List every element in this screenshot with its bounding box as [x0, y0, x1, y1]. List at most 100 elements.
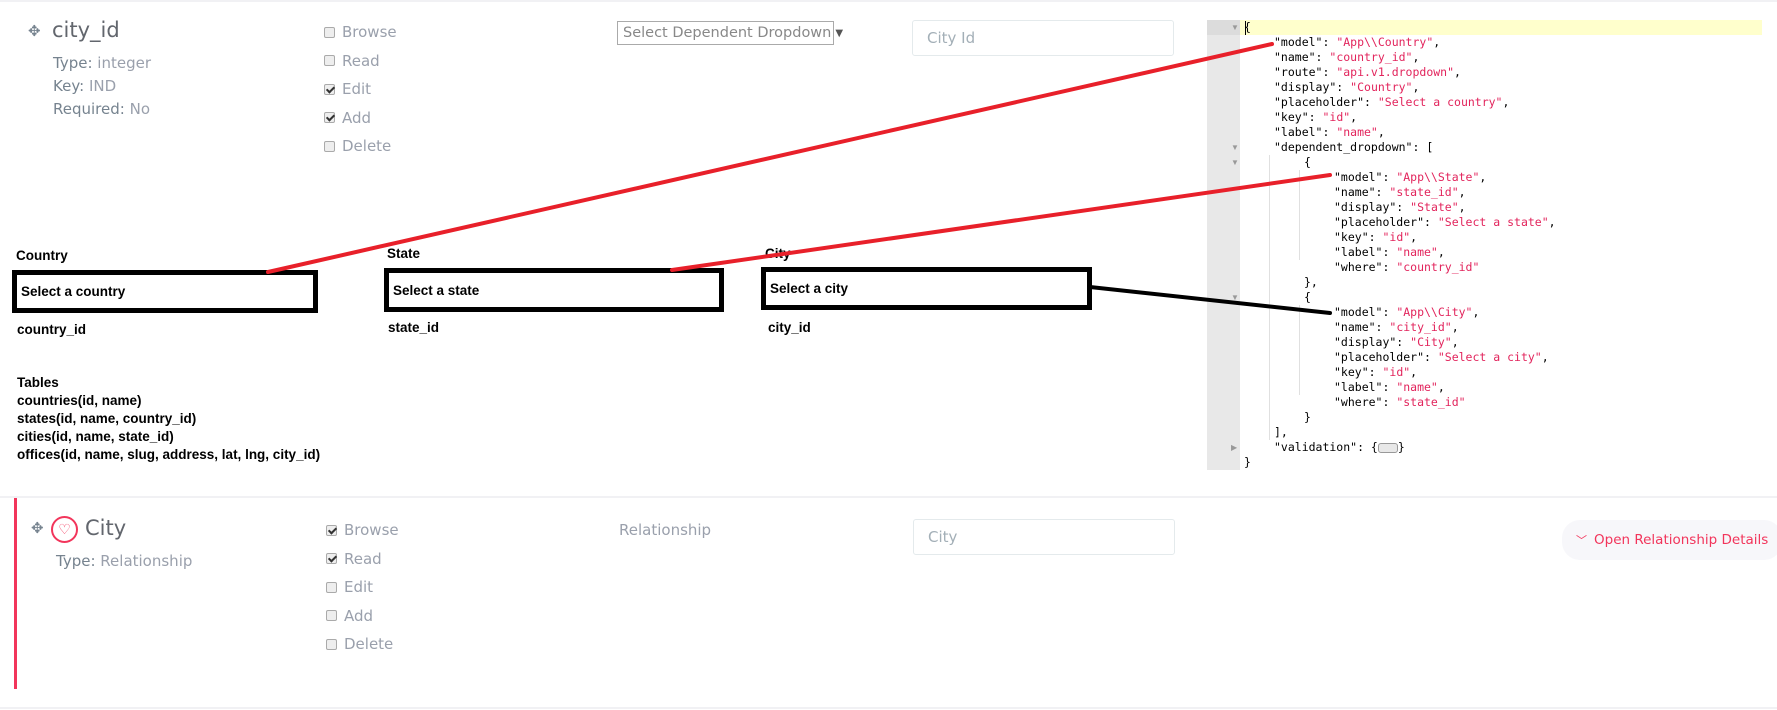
permission-add[interactable]: Add [326, 606, 399, 626]
checkbox-edit[interactable] [326, 581, 337, 593]
checkbox-browse[interactable] [326, 524, 337, 536]
field-required: Required: No [53, 98, 151, 121]
code-token: , [1410, 365, 1418, 379]
table-definition: states(id, name, country_id) [17, 411, 197, 426]
permission-read[interactable]: Read [326, 549, 399, 569]
permissions-list: Browse Read Edit Add Delete [326, 520, 399, 663]
city-placeholder: Select a city [770, 281, 849, 296]
relationship-heart-icon: ♡ [51, 516, 78, 543]
checkbox-label: Add [344, 606, 374, 625]
code-token: , [1437, 380, 1445, 394]
code-token: , [1412, 80, 1420, 94]
checkbox-browse[interactable] [324, 26, 335, 38]
code-string: "name" [1396, 380, 1438, 394]
fold-arrow-icon[interactable]: ▼ [1231, 23, 1239, 32]
code-token: "key": [1274, 110, 1323, 124]
code-token: "display": [1334, 200, 1411, 214]
city-select-box: Select a city [761, 267, 1092, 310]
fold-arrow-icon[interactable]: ▼ [1231, 158, 1239, 167]
checkbox-add[interactable] [326, 610, 337, 621]
code-string: "name" [1396, 245, 1438, 259]
code-line: "where": "country_id" [1244, 260, 1556, 275]
code-token: "validation": { [1274, 440, 1378, 454]
section-divider [0, 496, 1777, 498]
fold-arrow-icon[interactable]: ▼ [1231, 293, 1239, 302]
unfold-arrow-icon[interactable]: ▶ [1231, 443, 1237, 452]
display-name-input[interactable]: City Id [912, 20, 1174, 56]
display-name-input[interactable]: City [913, 519, 1175, 555]
code-token: , [1502, 95, 1510, 109]
code-line: "placeholder": "Select a country", [1244, 95, 1556, 110]
field-type: Type: Relationship [56, 550, 192, 573]
code-token: "display": [1334, 335, 1411, 349]
code-token: "where": [1334, 260, 1397, 274]
code-content[interactable]: {"model": "App\\Country", "name": "countr… [1244, 20, 1556, 470]
display-name-value: City Id [927, 29, 976, 47]
field-name: city_id [52, 18, 120, 42]
permission-browse[interactable]: Browse [326, 520, 399, 540]
move-handle-icon[interactable]: ✥ [28, 22, 41, 40]
code-token: , [1479, 170, 1487, 184]
permission-read[interactable]: Read [324, 51, 397, 71]
code-token: , [1458, 185, 1466, 199]
code-line: "name": "city_id", [1244, 320, 1556, 335]
country-placeholder: Select a country [21, 284, 126, 299]
code-line: "display": "State", [1244, 200, 1556, 215]
code-token: , [1377, 125, 1385, 139]
code-string: "id" [1322, 110, 1351, 124]
permission-edit[interactable]: Edit [326, 577, 399, 597]
checkbox-delete[interactable] [326, 638, 337, 650]
code-token: , [1451, 320, 1459, 334]
select-value: Select Dependent Dropdown [623, 25, 832, 41]
checkbox-delete[interactable] [324, 140, 335, 152]
checkbox-read[interactable] [324, 55, 335, 66]
code-token: , [1410, 230, 1418, 244]
collapsed-block-icon[interactable] [1377, 442, 1398, 453]
code-line: "model": "App\\City", [1244, 305, 1556, 320]
key-value: IND [88, 77, 117, 95]
code-line: "label": "name", [1244, 125, 1556, 140]
code-token: "key": [1334, 365, 1383, 379]
fold-arrow-icon[interactable]: ▼ [1231, 143, 1239, 152]
code-string: "Select a country" [1377, 95, 1503, 109]
checkbox-edit[interactable] [324, 83, 335, 95]
permission-delete[interactable]: Delete [324, 136, 397, 156]
input-type-select[interactable]: Select Dependent Dropdown ▼ [617, 21, 843, 45]
permission-delete[interactable]: Delete [326, 634, 399, 654]
move-handle-icon[interactable]: ✥ [31, 519, 44, 537]
permissions-list: Browse Read Edit Add Delete [324, 22, 397, 165]
code-line: { [1244, 20, 1556, 35]
bottom-divider [0, 707, 1777, 709]
key-label: Key: [53, 77, 85, 95]
code-token: "name": [1274, 50, 1330, 64]
table-definition: offices(id, name, slug, address, lat, ln… [17, 447, 321, 462]
checkbox-add[interactable] [324, 112, 335, 123]
code-token: "model": [1274, 35, 1337, 49]
code-token: "display": [1274, 80, 1351, 94]
code-line: "where": "state_id" [1244, 395, 1556, 410]
type-label: Type: [53, 54, 93, 72]
open-details-label: Open Relationship Details [1594, 532, 1769, 548]
type-value: Relationship [100, 552, 193, 570]
country-label: Country [16, 248, 68, 263]
checkbox-read[interactable] [326, 553, 337, 564]
permission-browse[interactable]: Browse [324, 22, 397, 42]
code-token: "placeholder": [1274, 95, 1378, 109]
checkbox-label: Add [342, 108, 372, 127]
code-string: "city_id" [1389, 320, 1452, 334]
code-line: "label": "name", [1244, 245, 1556, 260]
permission-edit[interactable]: Edit [324, 79, 397, 99]
display-name-value: City [928, 528, 958, 546]
field-name: City [85, 516, 127, 540]
checkbox-label: Read [342, 51, 380, 70]
code-string: "App\\City" [1396, 305, 1473, 319]
input-type-label: Relationship [619, 521, 712, 539]
code-token: , [1548, 215, 1556, 229]
code-string: "state_id" [1389, 185, 1459, 199]
code-token: "model": [1334, 170, 1397, 184]
checkbox-label: Delete [344, 635, 394, 653]
open-relationship-details-button[interactable]: ﹀ Open Relationship Details [1562, 520, 1777, 560]
code-string: "App\\Country" [1336, 35, 1434, 49]
code-token: "key": [1334, 230, 1383, 244]
permission-add[interactable]: Add [324, 108, 397, 128]
